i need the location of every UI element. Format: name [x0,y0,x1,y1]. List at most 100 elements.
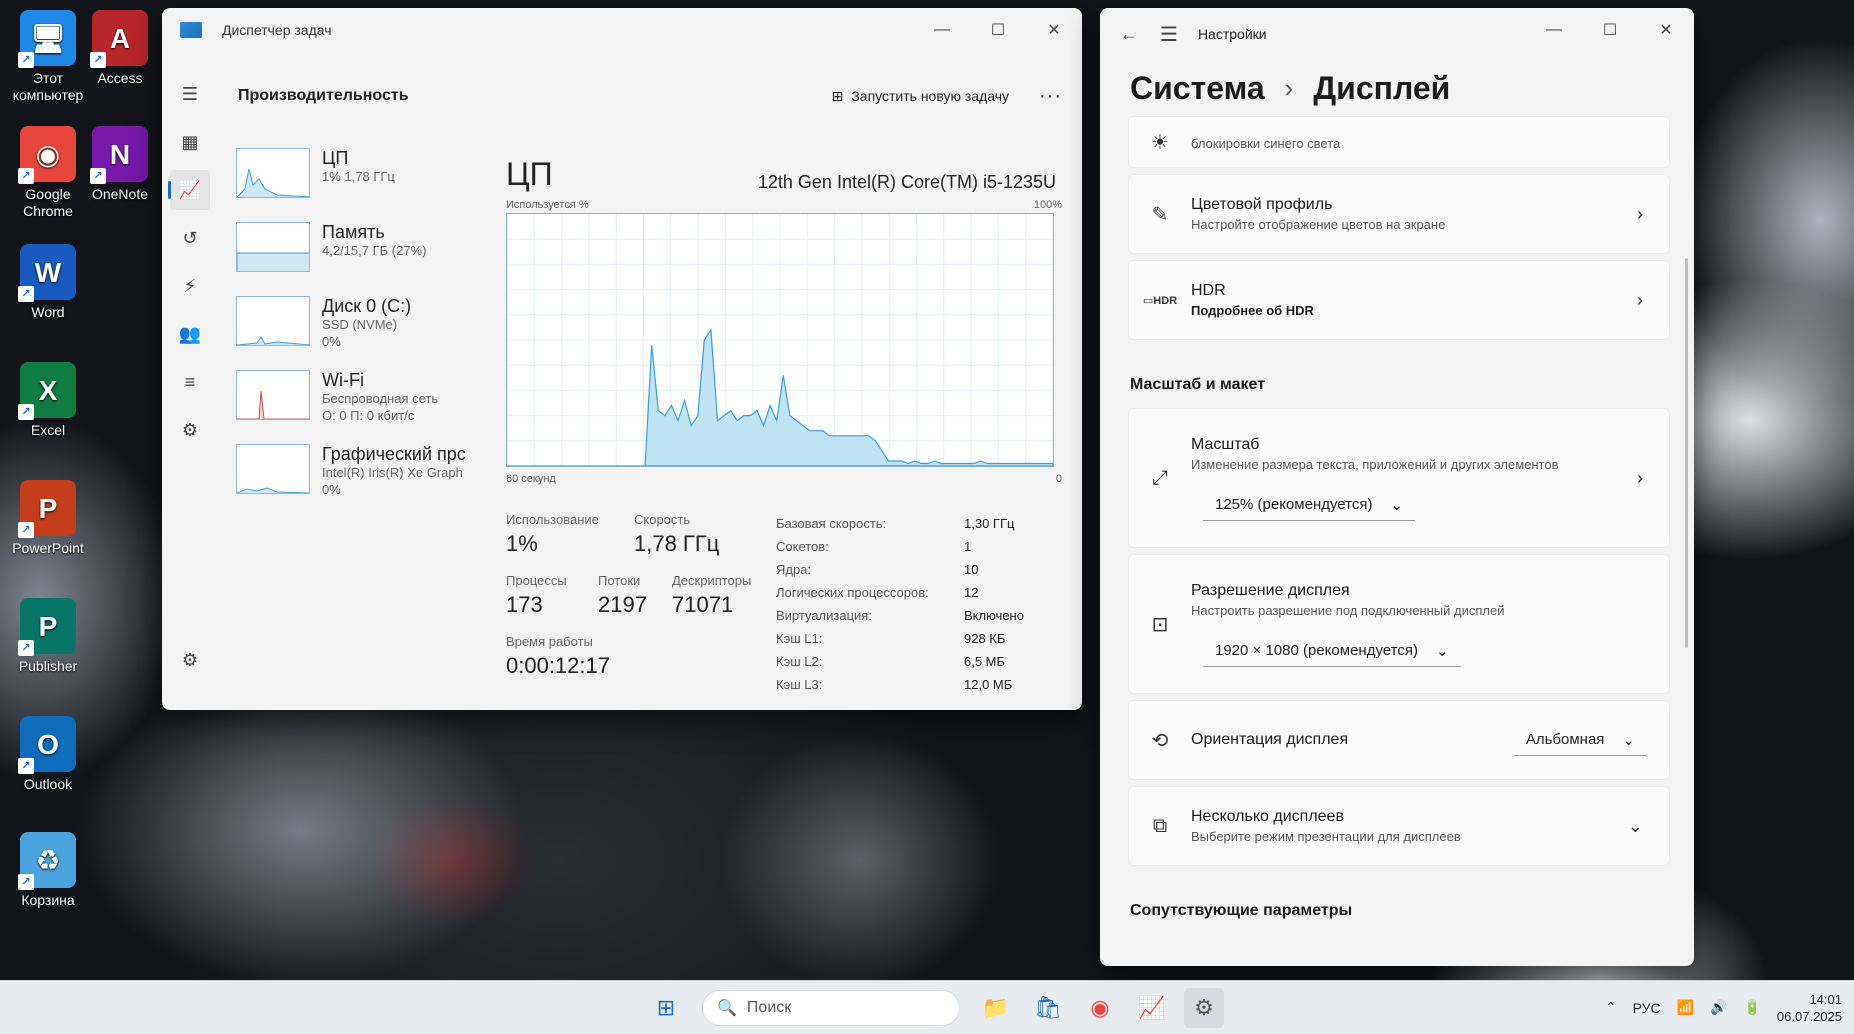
perf-list-item[interactable]: Память 4,2/15,7 ГБ (27%) [236,222,496,294]
chevron-down-icon: ⌄ [1390,496,1404,514]
chevron-right-icon: › [1637,203,1643,224]
hdr-card[interactable]: ▭HDR HDR Подробнее об HDR › [1128,260,1670,340]
hdr-link[interactable]: Подробнее об HDR [1191,303,1314,318]
desktop-icon[interactable]: W ↗ Word [0,244,96,321]
desktop-icon-label: Access [97,70,143,86]
scale-desc: Изменение размера текста, приложений и д… [1191,456,1559,472]
task-manager-taskbar-icon[interactable]: 📈 [1132,988,1172,1028]
perf-list-item[interactable]: ЦП 1% 1,78 ГГц [236,148,496,220]
cpu-detail-row: Сокетов: 1 [776,535,1066,558]
orientation-dropdown[interactable]: Альбомная ⌄ [1513,725,1647,756]
chrome-icon[interactable]: ◉ [1080,988,1120,1028]
cpu-detail-key: Виртуализация: [776,608,872,623]
users-icon[interactable]: 👥 [170,314,210,354]
scale-dropdown[interactable]: 125% (рекомендуется) ⌄ [1203,490,1416,521]
scale-card[interactable]: ⤢ Масштаб Изменение размера текста, прил… [1128,408,1670,548]
desktop-icon[interactable]: N ↗ OneNote [72,126,168,203]
more-options-button[interactable]: ··· [1039,85,1062,108]
chevron-down-icon: ⌄ [1622,731,1635,749]
settings-gear-icon[interactable]: ⚙ [170,640,210,680]
battery-icon[interactable]: 🔋 [1743,999,1760,1016]
task-manager-titlebar[interactable]: Диспетчер задач — ☐ ✕ [162,8,1082,52]
perf-item-name: Wi-Fi [322,370,364,390]
window-controls: — ☐ ✕ [1526,8,1694,52]
cpu-detail-value: 6,5 МБ [964,654,1006,669]
cpu-graph-svg [507,214,1054,467]
clock[interactable]: 14:01 06.07.2025 [1777,991,1842,1025]
processes-value: 173 [506,592,543,617]
desktop-icon[interactable]: X ↗ Excel [0,362,96,439]
desktop-icon[interactable]: O ↗ Outlook [0,716,96,793]
performance-icon[interactable]: 📈 [170,170,210,210]
perf-list-item[interactable]: Wi-Fi Беспроводная сеть О: 0 П: 0 кбит/с [236,370,496,442]
chevron-up-icon[interactable]: ⌃ [1605,999,1617,1016]
language-indicator[interactable]: РУС [1633,1000,1661,1016]
resolution-value: 1920 × 1080 (рекомендуется) [1215,642,1418,659]
details-icon[interactable]: ≡ [170,362,210,402]
breadcrumb: Система › Дисплей [1130,70,1450,107]
cpu-detail-key: Логических процессоров: [776,585,929,600]
breadcrumb-parent[interactable]: Система [1130,70,1265,107]
orientation-card[interactable]: ⟲ Ориентация дисплея Альбомная ⌄ [1128,700,1670,780]
usage-value: 1% [506,531,538,556]
run-new-task-button[interactable]: ⊞ Запустить новую задачу [832,88,1009,105]
perf-list-item[interactable]: Графический прс Intel(R) Iris(R) Xe Graph… [236,444,496,516]
startup-apps-icon[interactable]: ⚡ [170,266,210,306]
processes-icon[interactable]: ▦ [170,122,210,162]
hamburger-menu-icon[interactable]: ☰ [170,74,210,114]
desktop-icon-label: PowerPoint [12,540,84,556]
app-icon: ◉ ↗ [18,126,76,184]
shortcut-arrow-icon: ↗ [18,874,34,890]
settings-content: ☀ блокировки синего света ✎ Цветовой про… [1128,116,1670,934]
desktop-icon-label: Корзина [21,892,75,908]
microsoft-store-icon[interactable]: 🛍 [1028,988,1068,1028]
perf-item-sub: Intel(R) Iris(R) Xe Graph [322,465,463,480]
hamburger-menu-icon[interactable]: ☰ [1160,22,1178,47]
scrollbar[interactable] [1685,258,1688,648]
color-profile-card[interactable]: ✎ Цветовой профиль Настройте отображение… [1128,174,1670,254]
resolution-dropdown[interactable]: 1920 × 1080 (рекомендуется) ⌄ [1203,636,1461,667]
chevron-right-icon: › [1637,289,1643,310]
file-explorer-icon[interactable]: 📁 [976,988,1016,1028]
handles-label: Дескрипторы [672,573,752,588]
perf-item-sub2: 0% [322,334,341,349]
night-light-card[interactable]: ☀ блокировки синего света [1128,116,1670,168]
scale-title: Масштаб [1191,435,1260,453]
resolution-card[interactable]: ⊡ Разрешение дисплея Настроить разрешени… [1128,554,1670,694]
handles-value: 71071 [672,592,734,617]
perf-thumbnail-graph [236,296,310,346]
close-icon[interactable]: ✕ [1638,8,1694,52]
maximize-icon[interactable]: ☐ [1582,8,1638,52]
close-icon[interactable]: ✕ [1026,8,1082,52]
cpu-detail-row: Кэш L2: 6,5 МБ [776,650,1066,673]
perf-list-item[interactable]: Диск 0 (C:) SSD (NVMe) 0% [236,296,496,368]
minimize-icon[interactable]: — [914,8,970,52]
desktop-icon-label: Outlook [23,776,73,792]
wifi-icon[interactable]: 📶 [1677,999,1694,1016]
shortcut-arrow-icon: ↗ [90,52,106,68]
orientation-title: Ориентация дисплея [1191,731,1349,748]
volume-icon[interactable]: 🔊 [1710,999,1727,1016]
services-icon[interactable]: ⚙ [170,410,210,450]
app-history-icon[interactable]: ↺ [170,218,210,258]
settings-taskbar-icon[interactable]: ⚙ [1184,987,1224,1028]
scale-section-heading: Масштаб и макет [1130,376,1266,393]
search-placeholder: Поиск [746,998,792,1016]
app-icon: N ↗ [90,126,148,184]
cpu-detail-value: 12 [964,585,979,600]
back-arrow-icon[interactable]: ← [1120,24,1150,45]
desktop-icon[interactable]: P ↗ PowerPoint [0,480,96,557]
start-button-icon[interactable]: ⊞ [646,988,686,1028]
desktop-icon[interactable]: P ↗ Publisher [0,598,96,675]
speed-label: Скорость [634,512,691,527]
window-controls: — ☐ ✕ [914,8,1082,52]
minimize-icon[interactable]: — [1526,8,1582,52]
desktop-icon[interactable]: ♻ ↗ Корзина [0,832,96,909]
perf-item-sub: 1% 1,78 ГГц [322,169,395,184]
desktop-icon[interactable]: A ↗ Access [72,10,168,87]
shortcut-arrow-icon: ↗ [18,168,34,184]
settings-titlebar[interactable]: ← ☰ Настройки — ☐ ✕ [1100,8,1694,60]
search-box[interactable]: 🔍 Поиск [702,989,960,1026]
multiple-displays-card[interactable]: ⧉ Несколько дисплеев Выберите режим през… [1128,786,1670,866]
maximize-icon[interactable]: ☐ [970,8,1026,52]
